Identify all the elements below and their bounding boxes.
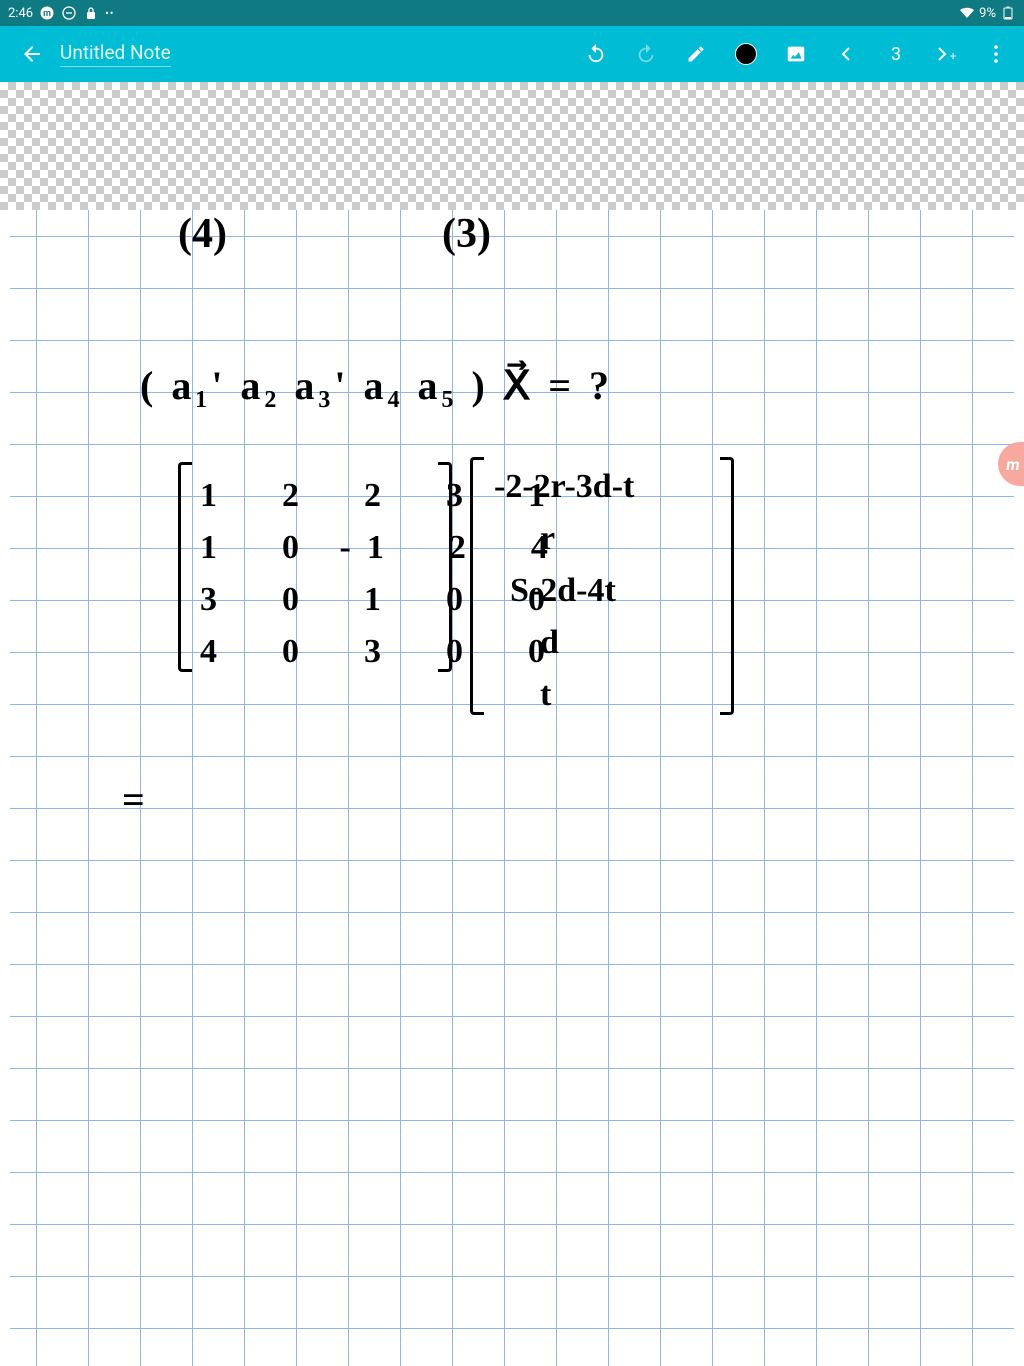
status-left: 2:46 m •• <box>8 5 115 21</box>
pencil-icon <box>686 44 706 64</box>
ink-vec-r1: -2-2r-3d-t <box>494 468 634 506</box>
undo-button[interactable] <box>580 38 612 70</box>
pen-tool-button[interactable] <box>680 38 712 70</box>
page-next-add-button[interactable]: + <box>930 38 962 70</box>
ink-matrix-r4: 4 0 3 0 0 <box>200 626 561 678</box>
note-title-input[interactable]: Untitled Note <box>60 41 171 67</box>
ink-bracket-right-2 <box>720 457 734 715</box>
ink-vec-r5: t <box>540 676 551 714</box>
canvas-area[interactable]: (4) (3) ( a₁' a₂ a₃' a₄ a₅ ) X⃗ = ? 1 2 … <box>0 82 1024 1366</box>
ink-label-4: (4) <box>178 210 227 258</box>
svg-text:+: + <box>950 50 956 62</box>
ink-equals: = <box>122 776 145 823</box>
ink-vec-r4: d <box>540 624 559 662</box>
more-dots-icon: •• <box>105 7 114 20</box>
ink-matrix-r3: 3 0 1 0 0 <box>200 574 561 626</box>
ink-equation: ( a₁' a₂ a₃' a₄ a₅ ) X⃗ = ? <box>140 362 613 409</box>
ink-bracket-left-2 <box>470 457 484 715</box>
ink-bracket-left-1 <box>178 462 192 672</box>
overflow-menu-button[interactable] <box>980 38 1012 70</box>
stroke-width-button[interactable]: 3 <box>880 38 912 70</box>
page-prev-button[interactable] <box>830 38 862 70</box>
app-badge-icon: m <box>39 5 55 21</box>
ink-matrix-r2: 1 0 -1 2 4 <box>200 522 564 574</box>
wifi-icon <box>959 5 975 21</box>
ink-vec-r2: r <box>540 520 555 558</box>
ink-vec-r3: S-2d-4t <box>510 572 616 610</box>
transparent-background <box>0 82 1024 210</box>
status-bar: 2:46 m •• 9% <box>0 0 1024 26</box>
svg-text:m: m <box>43 9 51 19</box>
color-picker-button[interactable] <box>730 38 762 70</box>
image-insert-button[interactable] <box>780 38 812 70</box>
app-bar: Untitled Note 3 + <box>0 26 1024 82</box>
back-button[interactable] <box>12 34 52 74</box>
redo-button[interactable] <box>630 38 662 70</box>
image-icon <box>785 43 807 65</box>
battery-text: 9% <box>979 6 996 21</box>
toolbar: 3 + <box>580 38 1012 70</box>
status-right: 9% <box>959 5 1016 21</box>
side-tab-icon: m <box>1006 455 1019 474</box>
chevron-left-icon <box>838 46 854 62</box>
ink-label-3: (3) <box>442 210 491 258</box>
lock-icon <box>83 5 99 21</box>
minus-circle-icon <box>61 5 77 21</box>
battery-icon <box>1000 5 1016 21</box>
more-vert-icon <box>988 44 1004 64</box>
redo-icon <box>635 43 657 65</box>
undo-icon <box>585 43 607 65</box>
arrow-left-icon <box>20 42 44 66</box>
color-dot-icon <box>735 43 757 65</box>
chevron-right-plus-icon: + <box>936 46 956 62</box>
stroke-width-label: 3 <box>891 44 901 65</box>
clock: 2:46 <box>8 6 33 21</box>
